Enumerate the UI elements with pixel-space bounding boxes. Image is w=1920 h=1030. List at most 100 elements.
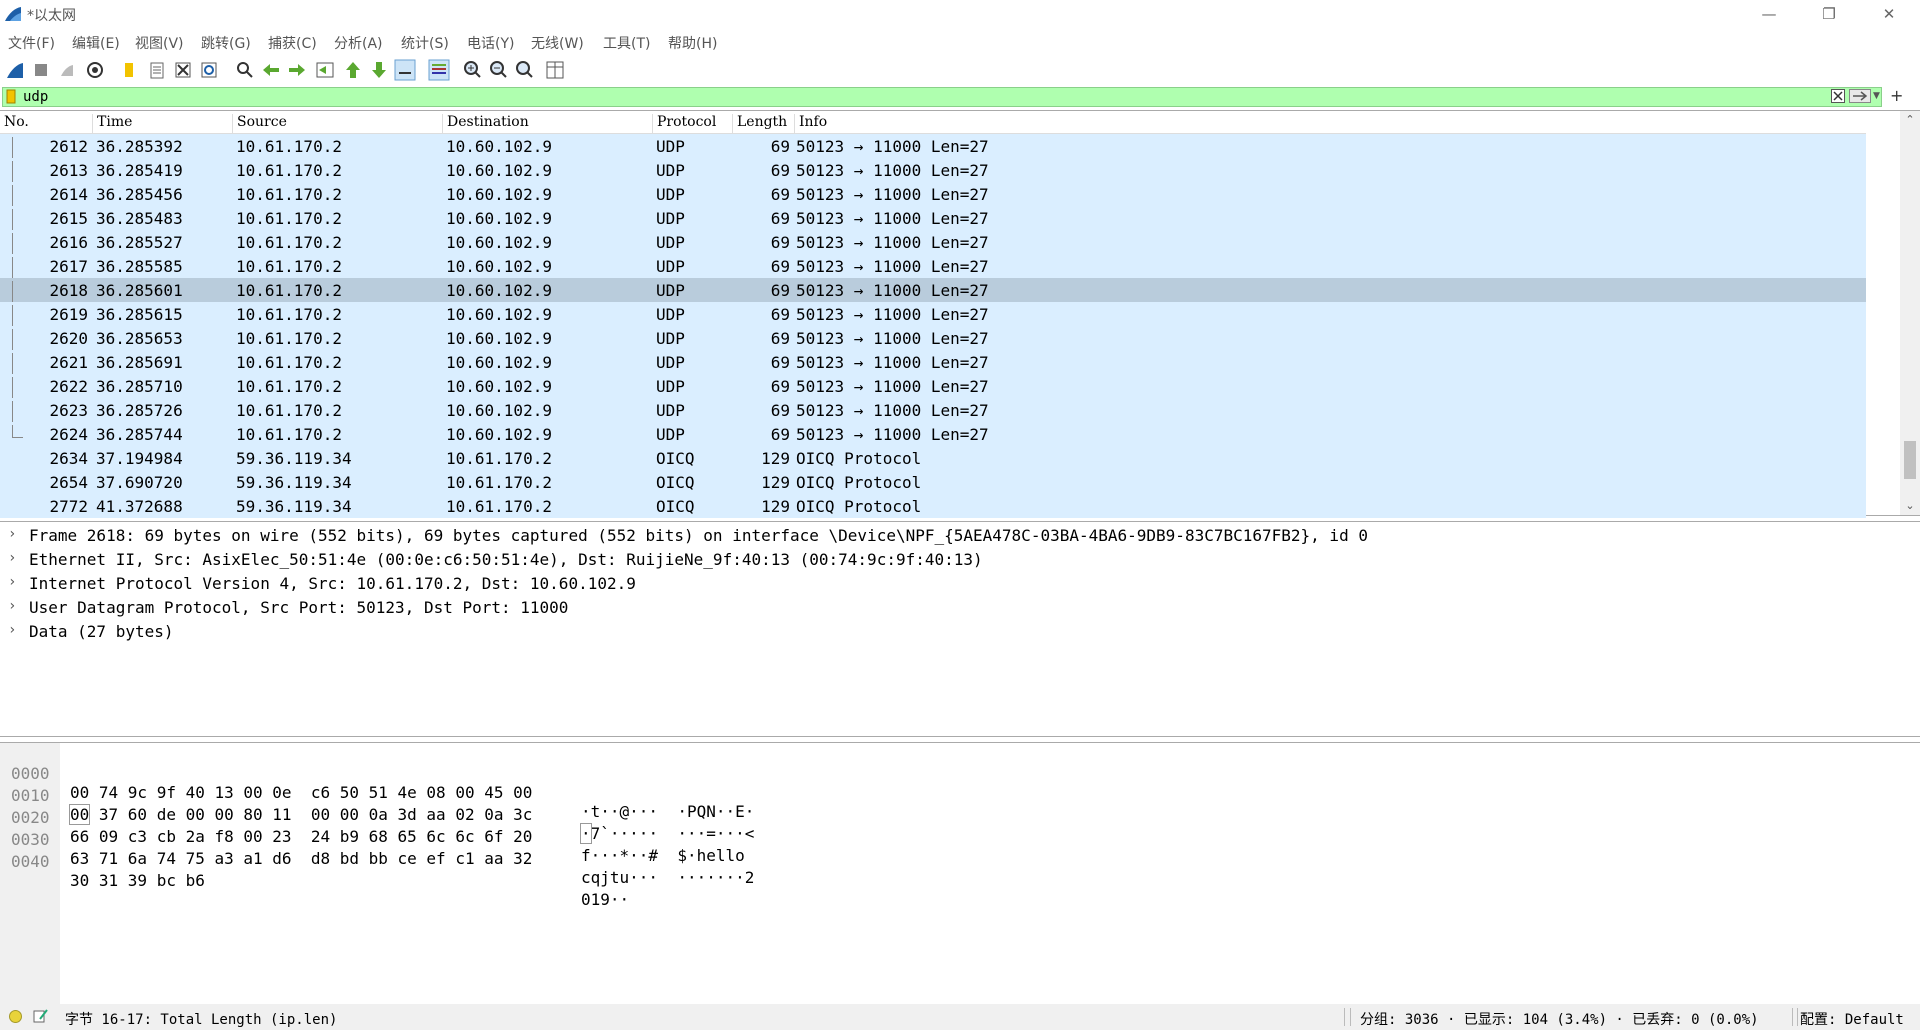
detail-row-frame[interactable]: › Frame 2618: 69 bytes on wire (552 bits)… — [0, 523, 1920, 547]
bytes-row[interactable]: 0030 63 71 6a 74 75 a3 a1 d6 d8 bd bb ce… — [0, 811, 1900, 887]
menu-view[interactable]: 视图(V) — [135, 33, 184, 53]
packet-time: 41.372688 — [96, 497, 183, 516]
bytes-row[interactable]: 0010 00 37 60 de 00 00 80 11 00 00 0a 3d… — [0, 767, 1900, 844]
column-header-info[interactable]: Info — [794, 114, 1866, 134]
scrollbar-thumb[interactable] — [1904, 441, 1916, 479]
bytes-row[interactable]: 0040 30 31 39 bc b6 019·· — [0, 833, 1900, 909]
packet-no: 2623 — [49, 401, 88, 420]
first-packet-icon[interactable] — [342, 59, 364, 81]
shark-fin-start-icon[interactable] — [4, 59, 26, 81]
find-packet-icon[interactable] — [234, 59, 256, 81]
packet-time: 36.285483 — [96, 209, 183, 228]
autoscroll-icon[interactable] — [394, 59, 416, 81]
packet-destination: 10.60.102.9 — [446, 185, 552, 204]
packet-bytes: 0000 00 74 9c 9f 40 13 00 0e c6 50 51 4e… — [0, 742, 1920, 1006]
expand-arrow-icon[interactable]: › — [8, 598, 16, 614]
clear-filter-icon[interactable] — [1831, 89, 1845, 103]
packet-row[interactable]: 2612 36.285392 10.61.170.2 10.60.102.9 UDP 69… — [0, 134, 1866, 161]
packet-protocol: UDP — [656, 281, 685, 300]
packet-row[interactable]: 2623 36.285726 10.61.170.2 10.60.102.9 UDP 69… — [0, 398, 1866, 425]
column-header-no[interactable]: No. — [0, 114, 92, 134]
expert-info-led-icon[interactable] — [9, 1010, 22, 1023]
go-back-icon[interactable] — [260, 59, 282, 81]
detail-row-udp[interactable]: › User Datagram Protocol, Src Port: 50123… — [0, 595, 1920, 619]
bookmark-icon[interactable] — [5, 89, 17, 104]
display-filter-input[interactable] — [23, 88, 1523, 106]
column-header-time[interactable]: Time — [92, 114, 232, 134]
restore-button[interactable]: ❐ — [1806, 0, 1852, 28]
apply-filter-icon[interactable] — [1849, 89, 1871, 103]
packet-row[interactable]: 2614 36.285456 10.61.170.2 10.60.102.9 UDP 69… — [0, 182, 1866, 209]
menu-go[interactable]: 跳转(G) — [201, 33, 251, 53]
packet-row[interactable]: 2622 36.285710 10.61.170.2 10.60.102.9 UDP 69… — [0, 374, 1866, 401]
packet-length: 69 — [770, 161, 790, 180]
packet-protocol: UDP — [656, 401, 685, 420]
column-header-length[interactable]: Length — [732, 114, 794, 134]
column-header-protocol[interactable]: Protocol — [652, 114, 732, 134]
packet-row[interactable]: 2620 36.285653 10.61.170.2 10.60.102.9 UDP 69… — [0, 326, 1866, 353]
filter-history-dropdown-icon[interactable]: ▼ — [1873, 89, 1883, 103]
zoom-out-icon[interactable] — [488, 59, 510, 81]
packet-list-header: No. Time Source Destination Protocol Len… — [0, 111, 1866, 134]
packet-protocol: OICQ — [656, 497, 695, 516]
menu-capture[interactable]: 捕获(C) — [268, 33, 317, 53]
restart-capture-icon[interactable] — [56, 59, 78, 81]
menu-analyze[interactable]: 分析(A) — [334, 33, 383, 53]
packet-row[interactable]: 2634 37.194984 59.36.119.34 10.61.170.2 OICQ… — [0, 446, 1866, 470]
colorize-icon[interactable] — [428, 59, 450, 81]
detail-row-data[interactable]: › Data (27 bytes) — [0, 619, 1920, 643]
packet-row[interactable]: 2772 41.372688 59.36.119.34 10.61.170.2 OICQ… — [0, 494, 1866, 518]
zoom-in-icon[interactable] — [462, 59, 484, 81]
menu-file[interactable]: 文件(F) — [8, 33, 55, 53]
packet-row[interactable]: 2624 36.285744 10.61.170.2 10.60.102.9 UDP 69… — [0, 422, 1866, 446]
packet-info: 50123 → 11000 Len=27 — [796, 329, 989, 348]
menu-help[interactable]: 帮助(H) — [668, 33, 717, 53]
expand-arrow-icon[interactable]: › — [8, 574, 16, 590]
add-filter-button-icon[interactable]: + — [1890, 86, 1903, 105]
column-header-destination[interactable]: Destination — [442, 114, 652, 134]
last-packet-icon[interactable] — [368, 59, 390, 81]
packet-source: 59.36.119.34 — [236, 449, 352, 468]
bytes-row[interactable]: 0000 00 74 9c 9f 40 13 00 0e c6 50 51 4e… — [0, 745, 1900, 821]
packet-row[interactable]: 2618 36.285601 10.61.170.2 10.60.102.9 UDP 69… — [0, 278, 1866, 305]
packet-no: 2612 — [49, 137, 88, 156]
close-button[interactable]: ✕ — [1866, 0, 1912, 28]
close-file-icon[interactable] — [172, 59, 194, 81]
packet-row[interactable]: 2621 36.285691 10.61.170.2 10.60.102.9 UDP 69… — [0, 350, 1866, 377]
stop-capture-icon[interactable] — [30, 59, 52, 81]
capture-comment-icon[interactable] — [33, 1008, 49, 1024]
packet-source: 10.61.170.2 — [236, 233, 342, 252]
save-file-icon[interactable] — [146, 59, 168, 81]
bytes-row[interactable]: 0020 66 09 c3 cb 2a f8 00 23 24 b9 68 65… — [0, 789, 1900, 865]
reload-file-icon[interactable] — [198, 59, 220, 81]
packet-row[interactable]: 2617 36.285585 10.61.170.2 10.60.102.9 UDP 69… — [0, 254, 1866, 281]
menu-edit[interactable]: 编辑(E) — [72, 33, 120, 53]
detail-row-ipv4[interactable]: › Internet Protocol Version 4, Src: 10.61… — [0, 571, 1920, 595]
menu-telephony[interactable]: 电话(Y) — [467, 33, 514, 53]
status-profile[interactable]: 配置: Default — [1800, 1009, 1904, 1029]
scroll-down-icon[interactable]: ⌄ — [1900, 497, 1920, 515]
open-file-icon[interactable] — [118, 59, 140, 81]
packet-no: 2616 — [49, 233, 88, 252]
scroll-up-icon[interactable]: ⌃ — [1900, 111, 1920, 129]
packet-list-scrollbar[interactable]: ⌃ ⌄ — [1900, 111, 1920, 515]
packet-row[interactable]: 2619 36.285615 10.61.170.2 10.60.102.9 UDP 69… — [0, 302, 1866, 329]
packet-row[interactable]: 2613 36.285419 10.61.170.2 10.60.102.9 UDP 69… — [0, 158, 1866, 185]
go-forward-icon[interactable] — [286, 59, 308, 81]
packet-row[interactable]: 2616 36.285527 10.61.170.2 10.60.102.9 UDP 69… — [0, 230, 1866, 257]
packet-row[interactable]: 2615 36.285483 10.61.170.2 10.60.102.9 UDP 69… — [0, 206, 1866, 233]
capture-options-icon[interactable] — [84, 59, 106, 81]
resize-columns-icon[interactable] — [544, 59, 566, 81]
packet-row[interactable]: 2654 37.690720 59.36.119.34 10.61.170.2 OICQ… — [0, 470, 1866, 494]
go-to-packet-icon[interactable] — [314, 59, 336, 81]
menu-tools[interactable]: 工具(T) — [603, 33, 650, 53]
menu-wireless[interactable]: 无线(W) — [531, 33, 584, 53]
menu-statistics[interactable]: 统计(S) — [401, 33, 449, 53]
expand-arrow-icon[interactable]: › — [8, 550, 16, 566]
column-header-source[interactable]: Source — [232, 114, 442, 134]
detail-row-ethernet[interactable]: › Ethernet II, Src: AsixElec_50:51:4e (00… — [0, 547, 1920, 571]
normal-size-icon[interactable] — [514, 59, 536, 81]
expand-arrow-icon[interactable]: › — [8, 526, 16, 542]
minimize-button[interactable]: — — [1746, 0, 1792, 28]
expand-arrow-icon[interactable]: › — [8, 622, 16, 638]
